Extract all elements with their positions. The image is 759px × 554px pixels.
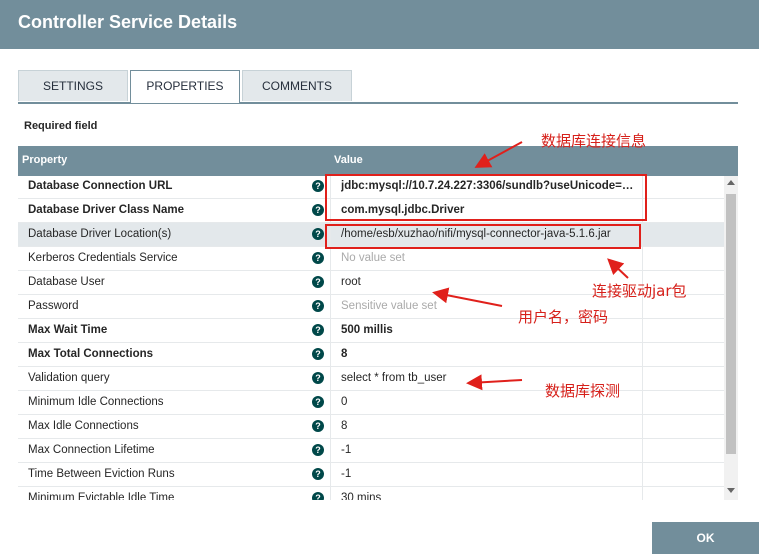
arrow-to-connection-url — [474, 141, 523, 168]
arrow-to-driver-location — [607, 258, 629, 279]
annotation-arrows — [432, 141, 629, 391]
arrow-to-password — [432, 287, 503, 307]
arrow-to-validation-query — [466, 374, 523, 391]
